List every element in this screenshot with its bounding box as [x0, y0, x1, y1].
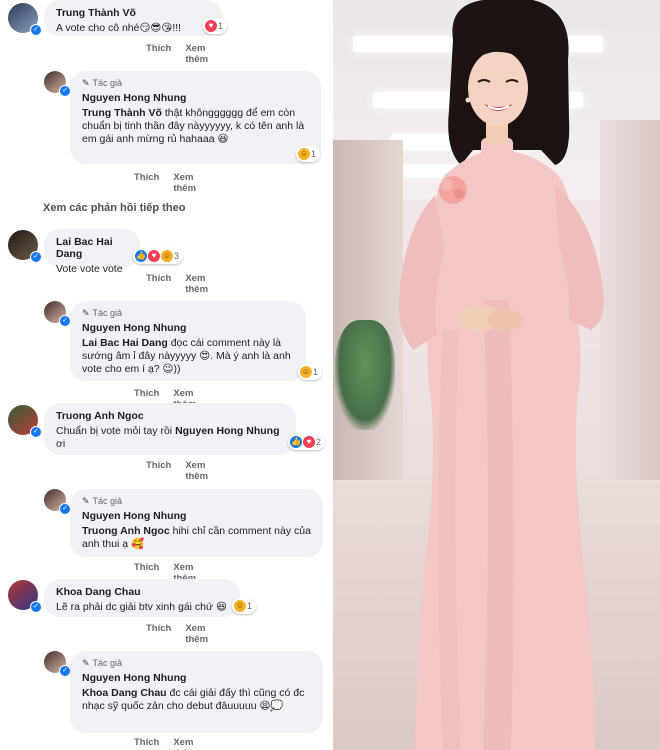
- comment-text: Khoa Dang Chau đc cái giải đấy thì cũng …: [82, 687, 311, 713]
- comment-actions: Thích Xem thêm: [146, 460, 208, 482]
- comment-actions: Thích Xem thêm: [134, 737, 196, 750]
- comment-actions: Thích Xem thêm: [146, 43, 208, 65]
- more-replies-link[interactable]: Xem các phản hồi tiếp theo: [43, 202, 185, 214]
- comment-actions: Thích Xem thêm: [134, 172, 196, 194]
- reaction-count: 1: [247, 601, 253, 611]
- badge-icon: ✓: [30, 601, 42, 613]
- badge-icon: ✓: [30, 251, 42, 263]
- heart-icon: ♥: [148, 250, 160, 262]
- like-link[interactable]: Thích: [146, 273, 171, 295]
- reaction-count: 1: [218, 21, 224, 31]
- like-link[interactable]: Thích: [146, 460, 171, 482]
- comment-bubble: Trung Thành Võ A vote cho cô nhé😏😎😘!!!: [44, 0, 222, 36]
- comment-bubble: ✎ Tác giả Nguyen Hong Nhung Truong Anh Ng…: [70, 489, 323, 557]
- author-tag: ✎ Tác giả: [82, 496, 311, 507]
- see-more-link[interactable]: Xem thêm: [173, 737, 196, 750]
- comment-text: Vote vote vote: [56, 263, 123, 275]
- comment-bubble: ✎ Tác giả Nguyen Hong Nhung Trung Thành V…: [70, 71, 321, 164]
- author-label: Tác giả: [92, 78, 123, 88]
- woman-figure: [398, 0, 604, 750]
- heart-icon: ♥: [205, 20, 217, 32]
- comment-bubble: Khoa Dang Chau Lẽ ra phải dc giải btv xi…: [44, 579, 240, 617]
- like-link[interactable]: Thích: [146, 623, 171, 645]
- commenter-name[interactable]: Truong Anh Ngoc: [56, 410, 284, 422]
- heart-icon: ♥: [303, 436, 315, 448]
- author-label: Tác giả: [92, 658, 123, 668]
- mention[interactable]: Lai Bac Hai Dang: [82, 337, 168, 349]
- pencil-icon: ✎: [82, 78, 90, 88]
- reaction-count: 1: [311, 149, 317, 159]
- comment-body: Chuẩn bị vote mỏi tay rồi: [56, 425, 173, 437]
- comment-bubble: ✎ Tác giả Nguyen Hong Nhung Lai Bac Hai D…: [70, 301, 306, 381]
- author-label: Tác giả: [92, 308, 123, 318]
- comment-bubble: Lai Bac Hai Dang Vote vote vote: [44, 229, 140, 275]
- comment-text: A vote cho cô nhé😏😎😘!!!: [56, 22, 182, 34]
- comment-text: Truong Anh Ngoc hihi chỉ cần comment này…: [82, 525, 311, 551]
- reaction-summary[interactable]: ☺ 1: [296, 146, 321, 162]
- like-icon: 👍: [135, 250, 147, 262]
- photo-woman-in-ao-dai: [333, 0, 660, 750]
- author-tag: ✎ Tác giả: [82, 308, 294, 319]
- commenter-name[interactable]: Nguyen Hong Nhung: [82, 672, 311, 684]
- haha-icon: ☺: [234, 600, 246, 612]
- see-more-link[interactable]: Xem thêm: [185, 460, 208, 482]
- reaction-summary[interactable]: ☺ 1: [232, 598, 257, 614]
- comment-bubble: ✎ Tác giả Nguyen Hong Nhung Khoa Dang Cha…: [70, 651, 323, 733]
- commenter-name[interactable]: Nguyen Hong Nhung: [82, 322, 294, 334]
- haha-icon: ☺: [161, 250, 173, 262]
- collage: ✓ Trung Thành Võ A vote cho cô nhé😏😎😘!!!…: [0, 0, 660, 750]
- comment-actions: Thích Xem thêm: [146, 623, 208, 645]
- like-link[interactable]: Thích: [146, 43, 171, 65]
- reaction-count: 3: [174, 251, 180, 261]
- comment-body-end: ơi: [56, 438, 66, 450]
- like-icon: 👍: [290, 436, 302, 448]
- comment-text: Lẽ ra phải dc giải btv xinh gái chứ 😆: [56, 601, 227, 613]
- badge-icon: ✓: [30, 426, 42, 438]
- haha-icon: ☺: [298, 148, 310, 160]
- comment-thread: ✓ Trung Thành Võ A vote cho cô nhé😏😎😘!!!…: [0, 0, 331, 750]
- commenter-name[interactable]: Nguyen Hong Nhung: [82, 92, 309, 104]
- pencil-icon: ✎: [82, 496, 90, 506]
- mention[interactable]: Khoa Dang Chau: [82, 687, 167, 699]
- comment-bubble: Truong Anh Ngoc Chuẩn bị vote mỏi tay rồ…: [44, 403, 296, 455]
- like-link[interactable]: Thích: [134, 172, 159, 194]
- author-tag: ✎ Tác giả: [82, 658, 311, 669]
- commenter-name[interactable]: Nguyen Hong Nhung: [82, 510, 311, 522]
- mention[interactable]: Trung Thành Võ: [82, 107, 162, 119]
- see-more-link[interactable]: Xem thêm: [185, 273, 208, 295]
- reaction-summary[interactable]: ☺ 1: [298, 364, 323, 380]
- commenter-name[interactable]: Trung Thành Võ: [56, 7, 210, 19]
- badge-icon: ✓: [30, 24, 42, 36]
- mention[interactable]: Truong Anh Ngoc: [82, 525, 170, 537]
- mention[interactable]: Nguyen Hong Nhung: [175, 425, 279, 437]
- comment-text: Chuẩn bị vote mỏi tay rồi Nguyen Hong Nh…: [56, 425, 284, 451]
- reaction-summary[interactable]: 👍 ♥ 2: [288, 434, 326, 450]
- comment-text: Lai Bac Hai Dang đọc cái comment này là …: [82, 337, 294, 376]
- see-more-link[interactable]: Xem thêm: [173, 172, 196, 194]
- haha-icon: ☺: [300, 366, 312, 378]
- reaction-summary[interactable]: 👍 ♥ ☺ 3: [133, 248, 184, 264]
- reaction-count: 1: [313, 367, 319, 377]
- reaction-summary[interactable]: ♥ 1: [203, 18, 228, 34]
- author-tag: ✎ Tác giả: [82, 78, 309, 89]
- see-more-link[interactable]: Xem thêm: [185, 623, 208, 645]
- commenter-name[interactable]: Lai Bac Hai Dang: [56, 236, 128, 260]
- comment-text: Trung Thành Võ thật khôngggggg để em còn…: [82, 107, 309, 146]
- commenter-name[interactable]: Khoa Dang Chau: [56, 586, 228, 598]
- like-link[interactable]: Thích: [134, 737, 159, 750]
- author-label: Tác giả: [92, 496, 123, 506]
- see-more-link[interactable]: Xem thêm: [185, 43, 208, 65]
- pencil-icon: ✎: [82, 308, 90, 318]
- reaction-count: 2: [316, 437, 322, 447]
- comment-actions: Thích Xem thêm: [146, 273, 208, 295]
- pencil-icon: ✎: [82, 658, 90, 668]
